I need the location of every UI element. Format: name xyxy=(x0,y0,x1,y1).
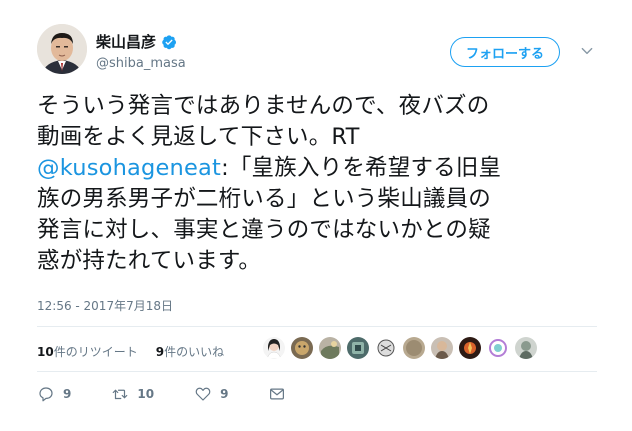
divider xyxy=(37,371,597,372)
retweet-icon xyxy=(113,389,128,400)
tweet-line-text: :「皇族入りを希望する旧皇 xyxy=(221,155,502,181)
retweets-stat[interactable]: 10件のリツイート xyxy=(37,343,138,360)
avatar[interactable] xyxy=(37,24,87,74)
likes-label: 件のいいね xyxy=(164,345,225,359)
tweet-line: 発言に対し、事実と違うのではないかとの疑 xyxy=(37,217,491,243)
divider xyxy=(37,326,597,327)
liker-avatar[interactable] xyxy=(403,337,425,359)
avatar-image xyxy=(37,24,87,74)
direct-message-button[interactable] xyxy=(268,385,286,403)
chevron-down-icon[interactable] xyxy=(580,44,594,58)
verified-badge-icon xyxy=(162,34,177,49)
heart-icon xyxy=(195,387,211,401)
liker-avatar[interactable] xyxy=(319,337,341,359)
tweet-line: @kusohageneat:「皇族入りを希望する旧皇 xyxy=(37,153,607,184)
tweet-timestamp[interactable]: 12:56 - 2017年7月18日 xyxy=(37,297,173,314)
liker-avatar[interactable] xyxy=(375,337,397,359)
follow-button[interactable]: フォローする xyxy=(450,37,560,67)
user-identity: 柴山昌彦 @shiba_masa xyxy=(96,31,186,71)
tweet-line: 動画をよく見返して下さい。RT xyxy=(37,124,360,150)
engagement-stats: 10件のリツイート 9件のいいね xyxy=(37,343,224,360)
liker-avatars xyxy=(263,337,537,359)
retweet-button[interactable]: 10 xyxy=(111,385,154,403)
liker-avatar[interactable] xyxy=(487,337,509,359)
retweets-count: 10 xyxy=(37,345,54,359)
liker-avatar[interactable] xyxy=(263,337,285,359)
tweet-header: 柴山昌彦 @shiba_masa フォローする xyxy=(37,24,603,80)
tweet-actions: 9 10 9 xyxy=(37,385,326,403)
tweet-line: そういう発言ではありませんので、夜バズの xyxy=(37,93,490,119)
tweet-text: そういう発言ではありませんので、夜バズの 動画をよく見返して下さい。RT @ku… xyxy=(37,91,607,277)
tweet-line: 族の男系男子が二桁いる」という柴山議員の xyxy=(37,186,492,212)
liker-avatar[interactable] xyxy=(459,337,481,359)
reply-button[interactable]: 9 xyxy=(37,385,71,403)
user-handle[interactable]: @shiba_masa xyxy=(96,56,186,71)
likes-count: 9 xyxy=(155,345,165,359)
retweet-count: 10 xyxy=(137,387,155,401)
mention-link[interactable]: @kusohageneat xyxy=(37,155,221,181)
reply-count: 9 xyxy=(63,387,72,401)
display-name[interactable]: 柴山昌彦 xyxy=(96,31,156,52)
liker-avatar[interactable] xyxy=(515,337,537,359)
liker-avatar[interactable] xyxy=(431,337,453,359)
retweets-label: 件のリツイート xyxy=(53,345,138,359)
reply-icon xyxy=(39,387,53,402)
like-button[interactable]: 9 xyxy=(194,385,228,403)
liker-avatar[interactable] xyxy=(291,337,313,359)
tweet-line: 惑が持たれています。 xyxy=(37,248,262,274)
liker-avatar[interactable] xyxy=(347,337,369,359)
mail-icon xyxy=(270,388,285,400)
like-count: 9 xyxy=(220,387,229,401)
likes-stat[interactable]: 9件のいいね xyxy=(156,343,224,360)
